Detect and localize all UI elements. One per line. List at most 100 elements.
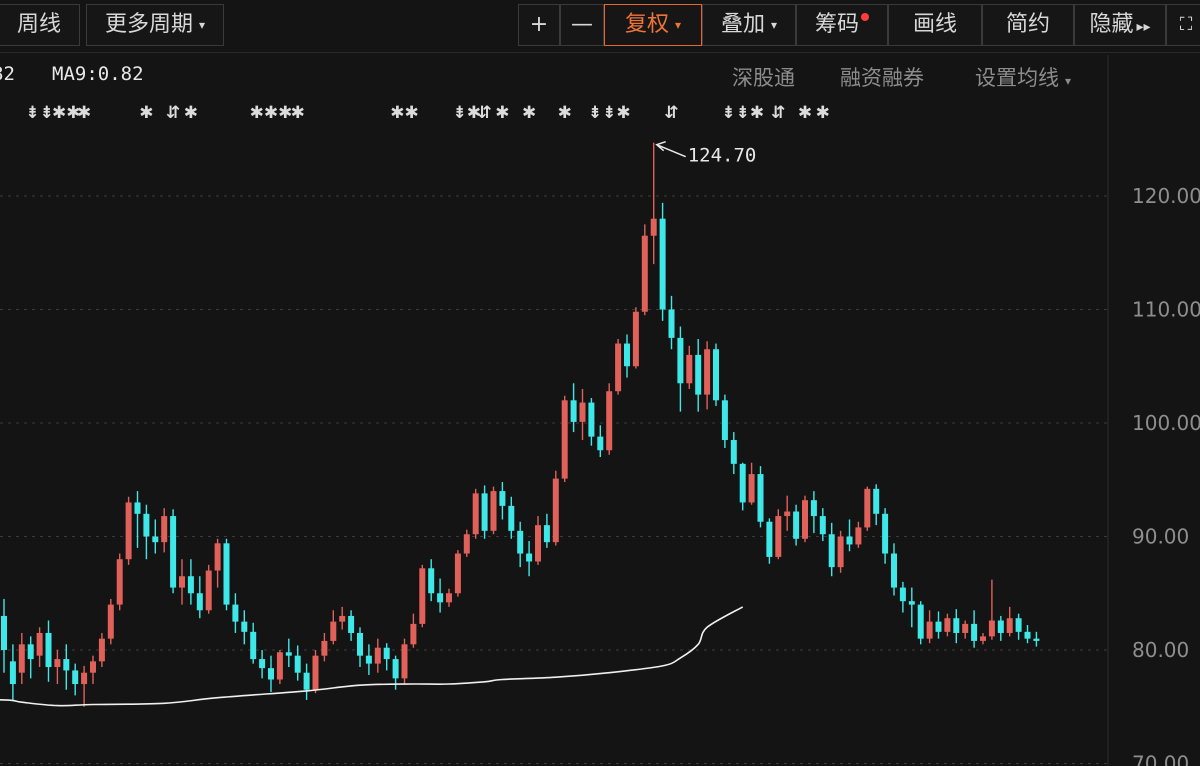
- candle-body: [1006, 618, 1013, 633]
- simple-button[interactable]: 简约: [982, 4, 1074, 46]
- candle-body: [223, 543, 230, 605]
- event-marker: ✱: [798, 103, 812, 123]
- ma-settings-dropdown[interactable]: 设置均线 ▾: [975, 62, 1071, 92]
- candle-body: [668, 309, 675, 338]
- overlay-label: 叠加: [720, 12, 765, 37]
- candle-body: [517, 530, 524, 554]
- candle-body: [962, 623, 969, 633]
- peak-label: 124.70: [688, 145, 757, 167]
- candle-body: [526, 553, 533, 562]
- zoom-out-button[interactable]: —: [560, 4, 604, 46]
- overlay-dropdown[interactable]: 叠加 ▾: [702, 4, 796, 46]
- notification-dot-icon: [861, 13, 869, 21]
- candle-body: [971, 623, 978, 641]
- event-marker: ✱: [816, 103, 830, 123]
- candle-body: [348, 615, 355, 633]
- candle-body: [446, 593, 452, 603]
- event-marker: ⇵: [771, 103, 785, 123]
- candle-body: [543, 525, 550, 543]
- draw-button[interactable]: 画线: [888, 4, 982, 46]
- candle-body: [713, 349, 719, 401]
- candle-body: [917, 604, 924, 639]
- y-tick-label: 100.00: [1132, 411, 1200, 435]
- candle-body: [45, 632, 52, 668]
- hide-button[interactable]: 隐藏 ▸▸: [1074, 4, 1166, 46]
- candle-body: [116, 559, 123, 605]
- candle-body: [365, 655, 372, 664]
- candle-body: [615, 343, 622, 392]
- minus-icon: —: [571, 12, 593, 37]
- ma-prev-value: 82: [0, 63, 15, 85]
- double-arrow-right-icon: ▸▸: [1136, 19, 1151, 35]
- indicator-bar: 82 MA9:0.82 深股通 融资融券 设置均线 ▾: [0, 58, 1110, 92]
- zoom-in-button[interactable]: +: [518, 4, 560, 46]
- y-tick-label: 120.00: [1132, 184, 1200, 208]
- candle-body: [161, 516, 168, 543]
- peak-arrow: [655, 140, 686, 158]
- candle-body: [588, 402, 595, 437]
- candle-body: [357, 632, 363, 656]
- candle-body: [90, 661, 96, 673]
- event-marker: ⇵: [477, 103, 491, 123]
- candle-body: [125, 502, 132, 560]
- candle-body: [802, 500, 808, 539]
- candle-body: [383, 647, 390, 660]
- candle-body: [276, 652, 283, 680]
- weekly-button[interactable]: 周线: [0, 4, 80, 46]
- candle-body: [1033, 638, 1040, 641]
- candle-body: [686, 354, 693, 384]
- candle-body: [81, 672, 88, 685]
- event-marker: ✱: [291, 103, 305, 123]
- candle-body: [232, 604, 239, 622]
- more-periods-dropdown[interactable]: 更多周期 ▾: [86, 4, 224, 46]
- margin-trading-link[interactable]: 融资融券: [840, 62, 924, 92]
- candle-body: [27, 644, 34, 660]
- weekly-label: 周线: [16, 12, 61, 37]
- more-periods-label: 更多周期: [104, 12, 193, 37]
- candle-body: [882, 513, 889, 554]
- candle-body: [428, 568, 435, 594]
- chips-button[interactable]: 筹码: [796, 4, 888, 46]
- event-markers: ⇟⇟✱✱✱ ✱ ⇵ ✱ ✱✱✱✱ ✱✱ ⇟✱⇵ ✱ ✱ ✱ ⇟⇟✱ ⇵ ⇟⇟✱ ⇵ ✱ ✱: [25, 103, 830, 123]
- candle-body: [241, 621, 248, 632]
- chevron-down-icon: ▾: [674, 18, 682, 32]
- event-marker: ⇟⇟✱: [721, 103, 764, 123]
- candle-body: [401, 644, 408, 679]
- hide-label: 隐藏: [1089, 12, 1134, 37]
- candle-body: [988, 620, 995, 637]
- candle-body: [926, 621, 933, 639]
- candle-body: [944, 618, 951, 632]
- candle-body: [980, 636, 986, 641]
- candle-body: [810, 500, 817, 517]
- event-marker: ✱✱: [390, 103, 419, 123]
- candle-body: [205, 570, 212, 611]
- kline-chart[interactable]: 120.00110.00100.0090.0080.0070.00 ⇟⇟✱✱✱ ✱…: [0, 0, 1200, 766]
- simple-label: 简约: [1005, 12, 1050, 37]
- event-marker: ✱: [522, 103, 536, 123]
- adjust-dropdown[interactable]: 复权 ▾: [604, 4, 702, 46]
- candle-body: [935, 621, 942, 632]
- event-marker: ⇵: [664, 103, 678, 123]
- event-marker: ⇵: [166, 103, 180, 123]
- candle-body: [624, 343, 630, 367]
- price-axis: 120.00 110.00 100.00 90.00 80.00 70.00: [1107, 55, 1200, 766]
- candle-body: [294, 655, 301, 673]
- candle-body: [864, 488, 871, 528]
- candle-body: [650, 218, 657, 236]
- candle-body: [730, 440, 737, 464]
- candle-body: [72, 670, 79, 685]
- candle-body: [481, 493, 488, 531]
- fullscreen-button[interactable]: ⛶: [1166, 4, 1200, 46]
- ma-settings-label: 设置均线: [975, 66, 1059, 90]
- chevron-down-icon: ▾: [1065, 74, 1072, 88]
- candle-body: [775, 516, 782, 557]
- candle-body: [535, 525, 541, 562]
- shenzhen-connect-link[interactable]: 深股通: [732, 62, 795, 92]
- candle-body: [454, 553, 461, 594]
- candle-body: [508, 505, 515, 531]
- candle-body: [18, 644, 25, 673]
- candle-body: [419, 568, 426, 624]
- candle-body: [268, 668, 274, 680]
- candle-body: [837, 536, 844, 568]
- peak-annotation: 124.70: [655, 140, 757, 167]
